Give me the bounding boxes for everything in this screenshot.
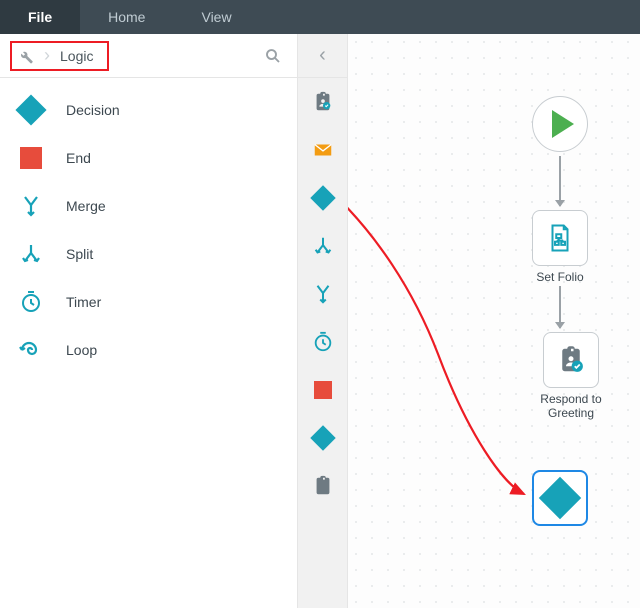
connector [559, 286, 561, 328]
rail-split[interactable] [298, 222, 348, 270]
menu-home[interactable]: Home [80, 0, 173, 34]
stencil-label: Split [66, 246, 93, 262]
stencil-label: Timer [66, 294, 101, 310]
stencil-merge[interactable]: Merge [0, 182, 297, 230]
rail-decision[interactable] [298, 174, 348, 222]
rail-task[interactable] [298, 78, 348, 126]
stencil-panel: › Logic Decision End Merge Split [0, 34, 298, 608]
stencil-label: Decision [66, 102, 120, 118]
timer-icon [19, 290, 43, 314]
mail-icon [312, 139, 334, 161]
chevron-left-icon: ‹ [319, 44, 326, 67]
split-icon [312, 235, 334, 257]
clipboard-user-icon [312, 475, 334, 497]
stencil-label: Loop [66, 342, 97, 358]
stencil-timer[interactable]: Timer [0, 278, 297, 326]
merge-icon [312, 283, 334, 305]
node-respond-to-greeting[interactable]: Respond to Greeting [532, 332, 610, 421]
rail-merge[interactable] [298, 270, 348, 318]
document-flow-icon [545, 223, 575, 253]
node-start[interactable] [532, 96, 588, 152]
node-set-folio[interactable]: Set Folio [532, 210, 588, 284]
breadcrumb-category: Logic [60, 48, 93, 64]
search-button[interactable] [259, 42, 287, 70]
menu-file[interactable]: File [0, 0, 80, 34]
decision-icon [539, 477, 581, 519]
workflow-canvas[interactable]: Set Folio Respond to Greeting [348, 34, 640, 608]
menu-bar: File Home View [0, 0, 640, 34]
node-label: Respond to Greeting [532, 392, 610, 421]
clipboard-user-icon [312, 91, 334, 113]
split-icon [19, 242, 43, 266]
clipboard-user-icon [556, 345, 586, 375]
rail-decision-2[interactable] [298, 414, 348, 462]
decision-icon [15, 94, 46, 125]
rail-mail[interactable] [298, 126, 348, 174]
end-icon [20, 147, 42, 169]
stencil-list: Decision End Merge Split Timer Loop [0, 78, 297, 382]
stencil-decision[interactable]: Decision [0, 86, 297, 134]
rail-end[interactable] [298, 366, 348, 414]
chevron-right-icon: › [44, 45, 50, 66]
play-icon [552, 110, 574, 138]
rail-timer[interactable] [298, 318, 348, 366]
decision-icon [310, 425, 335, 450]
search-icon [264, 47, 282, 65]
annotation-arrow [348, 34, 640, 608]
node-label: Set Folio [536, 270, 583, 284]
breadcrumb[interactable]: › Logic [10, 41, 109, 71]
menu-view[interactable]: View [173, 0, 259, 34]
stencil-end[interactable]: End [0, 134, 297, 182]
rail-task-2[interactable] [298, 462, 348, 510]
icon-rail: ‹ [298, 34, 348, 608]
stencil-label: End [66, 150, 91, 166]
wrench-icon [16, 47, 34, 65]
end-icon [314, 381, 332, 399]
stencil-loop[interactable]: Loop [0, 326, 297, 374]
connector [559, 156, 561, 206]
collapse-button[interactable]: ‹ [298, 34, 347, 78]
merge-icon [19, 194, 43, 218]
decision-icon [310, 185, 335, 210]
stencil-split[interactable]: Split [0, 230, 297, 278]
loop-icon [19, 338, 43, 362]
breadcrumb-row: › Logic [0, 34, 297, 78]
stencil-label: Merge [66, 198, 106, 214]
timer-icon [312, 331, 334, 353]
node-decision[interactable] [532, 470, 588, 526]
